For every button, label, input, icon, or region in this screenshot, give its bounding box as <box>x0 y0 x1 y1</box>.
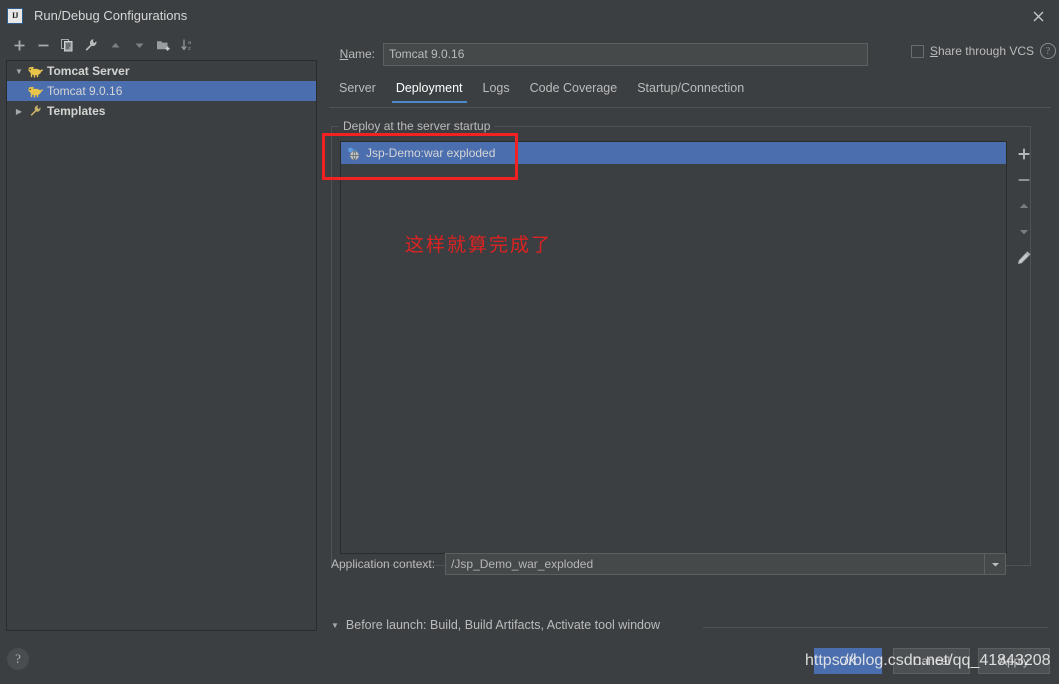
before-launch-row[interactable]: ▼ Before launch: Build, Build Artifacts,… <box>331 618 660 632</box>
window-titlebar: IJ Run/Debug Configurations <box>0 0 1059 32</box>
move-artifact-up-button[interactable] <box>1011 193 1037 219</box>
apply-button[interactable]: Apply <box>978 648 1050 674</box>
intellij-idea-icon: IJ <box>7 8 23 24</box>
move-down-button[interactable] <box>128 34 150 56</box>
before-launch-label: Before launch: Build, Build Artifacts, A… <box>346 618 660 632</box>
move-up-button[interactable] <box>104 34 126 56</box>
tree-node-tomcat-9-0-16[interactable]: Tomcat 9.0.16 <box>7 81 316 101</box>
list-item[interactable]: Jsp-Demo:war exploded <box>341 142 1006 164</box>
ok-button[interactable]: OK <box>814 648 882 674</box>
cancel-button[interactable]: Cancel <box>893 648 970 674</box>
move-into-folder-button[interactable] <box>152 34 174 56</box>
application-context-label: Application context: <box>331 557 435 571</box>
remove-artifact-button[interactable] <box>1011 167 1037 193</box>
share-through-vcs-label: Share through VCS <box>930 44 1034 58</box>
tree-node-tomcat-server[interactable]: ▼ Tomcat Server <box>7 61 316 81</box>
tree-node-label: Tomcat 9.0.16 <box>47 84 122 98</box>
sort-configurations-button[interactable]: a z <box>176 34 198 56</box>
share-label-mnemonic: S <box>930 44 938 58</box>
chevron-down-icon[interactable]: ▼ <box>11 67 27 76</box>
configurations-toolbar: a z <box>0 31 321 59</box>
add-configuration-button[interactable] <box>8 34 30 56</box>
configuration-editor-pane: Name: Share through VCS ? Server Deploym… <box>321 31 1059 635</box>
artifact-actions-toolbar <box>1011 141 1037 321</box>
tomcat-icon <box>27 84 43 98</box>
close-icon[interactable] <box>1023 3 1053 29</box>
tree-node-label: Templates <box>47 104 105 118</box>
name-label-rest: ame: <box>348 47 375 61</box>
remove-configuration-button[interactable] <box>32 34 54 56</box>
chevron-right-icon[interactable]: ▶ <box>11 107 27 116</box>
before-launch-separator <box>703 627 1048 628</box>
list-item-label: Jsp-Demo:war exploded <box>366 146 495 160</box>
tomcat-icon <box>27 64 43 78</box>
deployment-artifacts-list[interactable]: Jsp-Demo:war exploded <box>340 141 1007 554</box>
share-through-vcs-checkbox[interactable] <box>911 45 924 58</box>
question-mark-icon[interactable]: ? <box>1040 43 1056 59</box>
name-input[interactable] <box>383 43 868 66</box>
wrench-icon <box>27 104 43 118</box>
share-label-rest: hare through VCS <box>938 44 1034 58</box>
application-context-input[interactable] <box>446 557 984 571</box>
tab-code-coverage[interactable]: Code Coverage <box>520 77 628 102</box>
configurations-tree[interactable]: ▼ Tomcat Server <box>6 60 317 631</box>
window-title: Run/Debug Configurations <box>34 8 187 23</box>
edit-artifact-button[interactable] <box>1011 245 1037 271</box>
copy-configuration-button[interactable] <box>56 34 78 56</box>
chevron-down-icon[interactable]: ▼ <box>331 621 339 630</box>
svg-text:z: z <box>188 46 191 52</box>
deploy-at-startup-title: Deploy at the server startup <box>339 119 494 133</box>
editor-tabs: Server Deployment Logs Code Coverage Sta… <box>329 77 1051 108</box>
add-artifact-button[interactable] <box>1011 141 1037 167</box>
help-button[interactable]: ? <box>7 648 29 670</box>
chevron-down-icon[interactable] <box>984 554 1005 574</box>
tree-node-templates[interactable]: ▶ Templates <box>7 101 316 121</box>
tab-logs[interactable]: Logs <box>473 77 520 102</box>
share-through-vcs-row[interactable]: Share through VCS ? <box>911 43 1056 59</box>
dialog-footer: ? OK Cancel Apply <box>0 635 1059 684</box>
edit-templates-button[interactable] <box>80 34 102 56</box>
configurations-pane: a z ▼ Tomcat Server <box>0 31 321 635</box>
tab-startup-connection[interactable]: Startup/Connection <box>627 77 754 102</box>
name-label: Name: <box>329 47 375 61</box>
tab-server[interactable]: Server <box>329 77 386 102</box>
application-context-combo[interactable] <box>445 553 1006 575</box>
name-label-mnemonic: N <box>340 47 349 61</box>
tab-deployment[interactable]: Deployment <box>386 77 473 102</box>
move-artifact-down-button[interactable] <box>1011 219 1037 245</box>
annotation-note-text: 这样就算完成了 <box>405 230 552 257</box>
artifact-icon <box>346 146 361 161</box>
tree-node-label: Tomcat Server <box>47 64 129 78</box>
application-context-row: Application context: <box>331 552 1031 576</box>
